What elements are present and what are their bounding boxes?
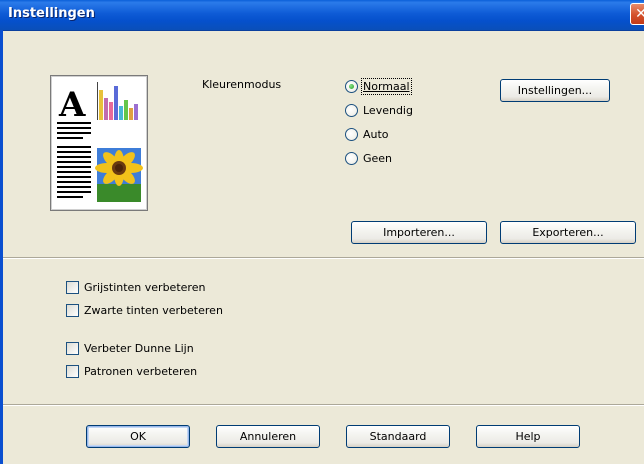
default-button[interactable]: Standaard bbox=[346, 425, 450, 448]
checkbox-black-tones[interactable]: Zwarte tinten verbeteren bbox=[66, 304, 223, 317]
radio-levendig[interactable]: Levendig bbox=[345, 104, 413, 117]
radio-geen[interactable]: Geen bbox=[345, 152, 392, 165]
preview-text-lines bbox=[57, 122, 91, 198]
checkbox[interactable] bbox=[66, 304, 79, 317]
radio-label: Normaal bbox=[361, 78, 412, 95]
preview-bar bbox=[114, 86, 118, 120]
settings-dialog: Instellingen ✕ A Kleurenmodus Normaal Le… bbox=[0, 0, 644, 464]
preview-bar bbox=[119, 106, 123, 120]
radio-button[interactable] bbox=[345, 152, 358, 165]
close-icon: ✕ bbox=[635, 6, 644, 22]
help-button[interactable]: Help bbox=[476, 425, 580, 448]
export-button[interactable]: Exporteren... bbox=[500, 221, 636, 244]
preview-bar bbox=[129, 108, 133, 120]
checkbox[interactable] bbox=[66, 342, 79, 355]
preview-letter: A bbox=[58, 85, 86, 125]
preview-bar bbox=[109, 102, 113, 120]
checkbox-label: Verbeter Dunne Lijn bbox=[84, 342, 194, 355]
radio-button[interactable] bbox=[345, 104, 358, 117]
import-button[interactable]: Importeren... bbox=[351, 221, 487, 244]
radio-auto[interactable]: Auto bbox=[345, 128, 389, 141]
checkbox[interactable] bbox=[66, 365, 79, 378]
window-border bbox=[0, 30, 3, 464]
checkbox-patterns[interactable]: Patronen verbeteren bbox=[66, 365, 197, 378]
close-button[interactable]: ✕ bbox=[630, 3, 644, 25]
radio-label: Levendig bbox=[363, 104, 413, 117]
checkbox-label: Zwarte tinten verbeteren bbox=[84, 304, 223, 317]
settings-button[interactable]: Instellingen... bbox=[500, 79, 610, 102]
cancel-button[interactable]: Annuleren bbox=[216, 425, 320, 448]
sunflower-photo bbox=[95, 148, 143, 202]
preview-bar bbox=[134, 104, 138, 120]
checkbox-label: Patronen verbeteren bbox=[84, 365, 198, 378]
radio-button[interactable] bbox=[345, 80, 358, 93]
radio-normaal[interactable]: Normaal bbox=[345, 78, 412, 95]
preview-chart-axis bbox=[97, 82, 98, 120]
radio-label: Geen bbox=[363, 152, 393, 165]
checkbox-thin-line[interactable]: Verbeter Dunne Lijn bbox=[66, 342, 194, 355]
separator bbox=[3, 257, 644, 259]
radio-label: Auto bbox=[363, 128, 389, 141]
separator bbox=[3, 404, 644, 406]
checkbox-grayscale[interactable]: Grijstinten verbeteren bbox=[66, 281, 205, 294]
checkbox[interactable] bbox=[66, 281, 79, 294]
preview-bar bbox=[124, 100, 128, 120]
preview-bar bbox=[104, 98, 108, 120]
preview-bar bbox=[99, 90, 103, 120]
color-mode-preview-image: A bbox=[50, 75, 148, 211]
preview-bar-chart bbox=[97, 82, 138, 120]
title-bar[interactable]: Instellingen ✕ bbox=[0, 0, 644, 31]
window-title: Instellingen bbox=[8, 6, 95, 21]
ok-button[interactable]: OK bbox=[86, 425, 190, 448]
color-mode-label: Kleurenmodus bbox=[202, 78, 282, 91]
document-preview-icon: A bbox=[57, 82, 143, 202]
radio-button[interactable] bbox=[345, 128, 358, 141]
checkbox-label: Grijstinten verbeteren bbox=[84, 281, 206, 294]
